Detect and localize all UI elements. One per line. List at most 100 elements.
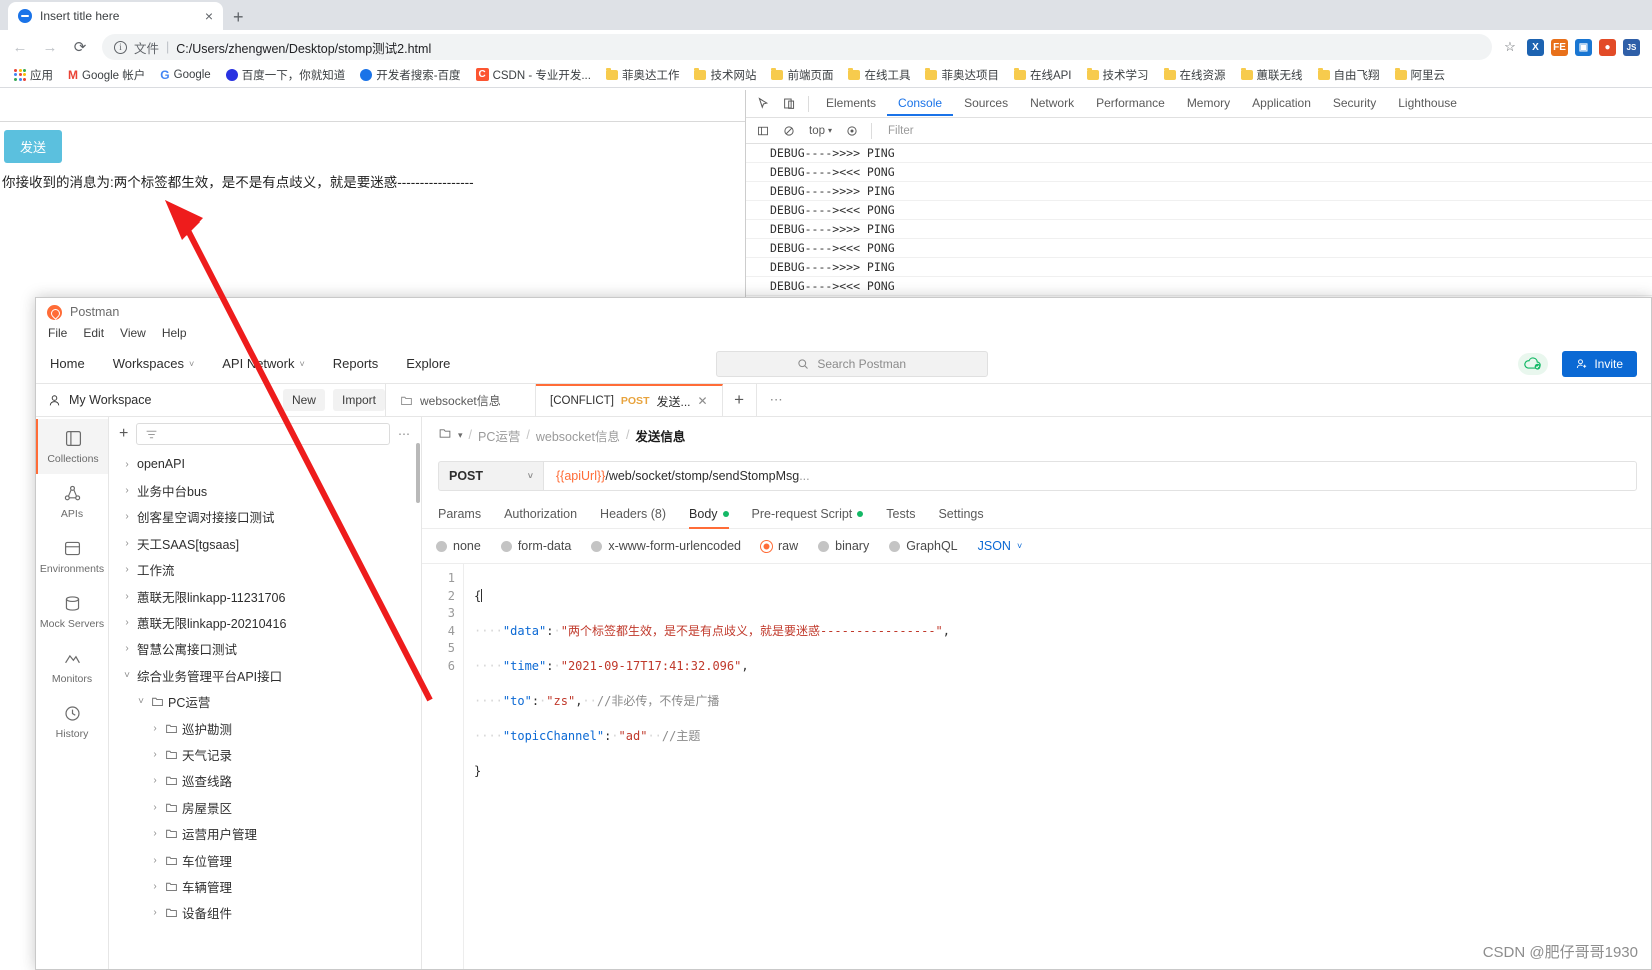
postman-search-input[interactable]: Search Postman [715,350,988,377]
collection-row[interactable]: › 蕙联无限linkapp-11231706 [109,583,421,609]
chevron-right-icon[interactable]: › [145,907,165,918]
tab-params[interactable]: Params [438,499,481,529]
scrollbar-thumb[interactable] [416,443,420,503]
folder-row[interactable]: ˅ PC运营 [109,689,421,715]
workspace-selector[interactable]: My Workspace New Import [36,384,386,416]
bookmark-folder-10[interactable]: 菲奥达项目 [919,64,1005,86]
collection-row[interactable]: › 业务中台bus [109,477,421,503]
extension-square-icon[interactable]: ▣ [1575,38,1592,56]
chevron-right-icon[interactable]: › [145,881,165,892]
folder-row[interactable]: › 房屋景区 [109,794,421,820]
request-url-input[interactable]: {{apiUrl}}/web/socket/stomp/sendStompMsg… [543,461,1637,491]
extension-fe-icon[interactable]: FE [1551,38,1568,56]
bookmark-folder-16[interactable]: 阿里云 [1389,64,1452,86]
folder-row[interactable]: › 车辆管理 [109,873,421,899]
devtools-tab-performance[interactable]: Performance [1085,91,1176,116]
bookmark-apps[interactable]: 应用 [8,64,59,86]
bookmark-star-icon[interactable]: ☆ [1500,37,1520,57]
console-sidebar-icon[interactable] [750,120,776,142]
bookmark-folder-13[interactable]: 在线资源 [1158,64,1232,86]
tab-close-icon[interactable]: × [205,9,213,23]
console-context-selector[interactable]: top ▾ [802,123,839,139]
console-settings-eye-icon[interactable] [839,120,865,142]
invite-button[interactable]: Invite [1562,350,1637,377]
profile-js-icon[interactable]: JS [1623,38,1640,56]
collections-more-button[interactable]: ⋯ [398,427,411,441]
bookmark-folder-9[interactable]: 在线工具 [842,64,916,86]
console-filter-input[interactable]: Filter [878,125,1652,137]
folder-row[interactable]: › 设备组件 [109,900,421,926]
body-type-none[interactable]: none [436,539,481,553]
new-request-tab-button[interactable]: + [723,384,757,416]
tab-headers[interactable]: Headers (8) [600,499,666,529]
forward-icon[interactable]: → [36,33,64,61]
collections-filter-input[interactable] [136,423,390,445]
collection-row[interactable]: › 工作流 [109,557,421,583]
http-method-select[interactable]: POST ˅ [438,461,543,491]
tab-authorization[interactable]: Authorization [504,499,577,529]
menu-view[interactable]: View [120,326,146,340]
chevron-right-icon[interactable]: › [145,723,165,734]
tab-pre-request-script[interactable]: Pre-request Script [752,499,864,529]
collection-row[interactable]: › 创客星空调对接接口测试 [109,504,421,530]
collection-row[interactable]: › 天工SAAS[tgsaas] [109,530,421,556]
chevron-down-icon[interactable]: ˅ [131,696,151,707]
chevron-right-icon[interactable]: › [145,828,165,839]
chevron-right-icon[interactable]: › [117,538,137,549]
body-type-graphql[interactable]: GraphQL [889,539,958,553]
rail-history[interactable]: History [36,694,108,749]
chevron-right-icon[interactable]: › [145,802,165,813]
rail-mock-servers[interactable]: Mock Servers [36,584,108,639]
body-type-raw[interactable]: raw [761,539,798,553]
bookmark-folder-15[interactable]: 自由飞翔 [1312,64,1386,86]
devtools-tab-elements[interactable]: Elements [815,91,887,116]
chevron-right-icon[interactable]: › [117,643,137,654]
collection-row[interactable]: › 蕙联无限linkapp-20210416 [109,609,421,635]
bookmark-folder-6[interactable]: 菲奥达工作 [600,64,686,86]
sidebar-scrollbar[interactable] [415,417,421,969]
rail-collections[interactable]: Collections [36,419,108,474]
menu-help[interactable]: Help [162,326,187,340]
chevron-right-icon[interactable]: › [117,485,137,496]
nav-api-network[interactable]: API Network ˅ [222,356,305,371]
new-tab-button[interactable]: + [233,8,244,26]
tab-tests[interactable]: Tests [886,499,915,529]
chevron-right-icon[interactable]: › [145,775,165,786]
folder-row[interactable]: › 巡护勘测 [109,715,421,741]
add-collection-button[interactable]: + [119,425,128,443]
extension-circle-icon[interactable]: ● [1599,38,1616,56]
devtools-tab-application[interactable]: Application [1241,91,1322,116]
collection-row[interactable]: › openAPI [109,451,421,477]
collection-row[interactable]: › 智慧公寓接口测试 [109,636,421,662]
tab-more-button[interactable]: ⋯ [757,384,797,416]
bookmark-csdn[interactable]: C CSDN - 专业开发... [470,64,597,86]
chevron-right-icon[interactable]: › [117,564,137,575]
chevron-right-icon[interactable]: › [145,749,165,760]
devtools-tab-network[interactable]: Network [1019,91,1085,116]
folder-row[interactable]: › 天气记录 [109,741,421,767]
folder-row[interactable]: › 巡查线路 [109,768,421,794]
nav-explore[interactable]: Explore [406,356,450,371]
address-bar[interactable]: i 文件 | C:/Users/zhengwen/Desktop/stomp测试… [102,34,1492,60]
nav-home[interactable]: Home [50,356,85,371]
bookmark-folder-14[interactable]: 蕙联无线 [1235,64,1309,86]
rail-environments[interactable]: Environments [36,529,108,584]
body-format-select[interactable]: JSON ˅ [978,539,1023,553]
sync-status-icon[interactable] [1518,352,1549,375]
chevron-right-icon[interactable]: › [117,591,137,602]
rail-apis[interactable]: APIs [36,474,108,529]
collections-list[interactable]: › openAPI › 业务中台bus › 创客星空调对接接口测试 › 天工SA… [109,451,421,969]
import-button[interactable]: Import [332,389,385,411]
request-tab-websocket[interactable]: websocket信息 [386,384,536,416]
devtools-tab-memory[interactable]: Memory [1176,91,1241,116]
bookmark-baidu[interactable]: 百度一下，你就知道 [220,64,352,86]
devtools-tab-sources[interactable]: Sources [953,91,1019,116]
send-button[interactable]: 发送 [4,130,63,163]
tab-settings[interactable]: Settings [938,499,983,529]
folder-row[interactable]: › 运营用户管理 [109,820,421,846]
chevron-right-icon[interactable]: › [145,855,165,866]
new-button[interactable]: New [282,389,325,411]
bookmark-google-account[interactable]: M Google 帐户 [62,64,151,86]
devtools-tab-console[interactable]: Console [887,91,953,116]
nav-workspaces[interactable]: Workspaces ˅ [113,356,195,371]
